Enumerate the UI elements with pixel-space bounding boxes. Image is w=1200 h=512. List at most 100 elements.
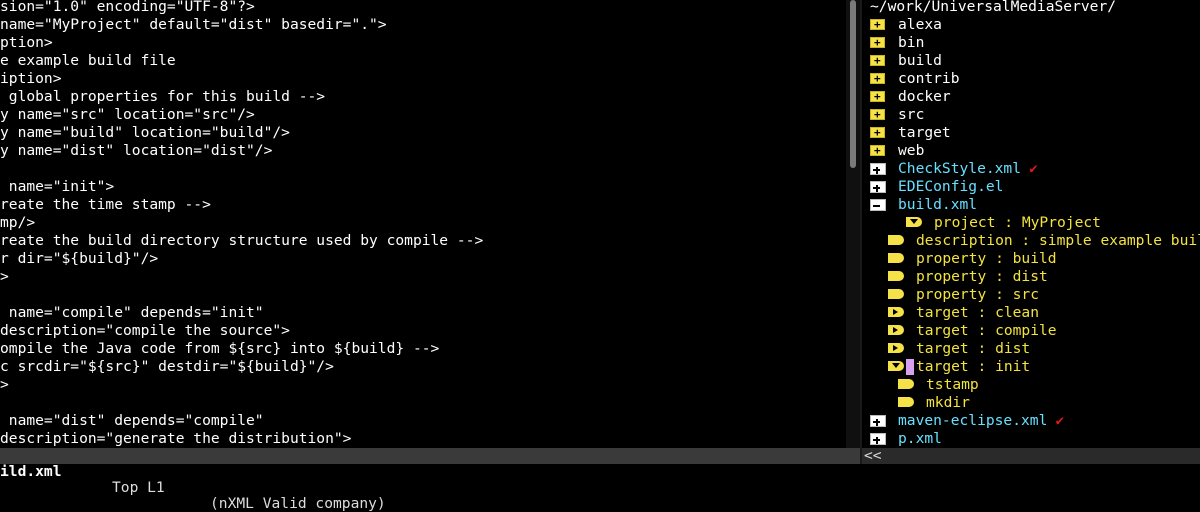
editor-line[interactable]: y name="build" location="build"/> (0, 124, 290, 142)
file-expand-icon[interactable] (870, 181, 886, 193)
editor-line[interactable]: name="init"> (0, 178, 114, 196)
speedbar-modeline-label: << (864, 447, 882, 464)
tag-collapsed-icon[interactable] (888, 307, 904, 317)
tree-item-label: target : dist (916, 340, 1031, 357)
tree-item-label: web (898, 142, 925, 159)
tree-tag-item[interactable]: description : simple example build file (862, 232, 1200, 250)
speedbar-path[interactable]: ~/work/UniversalMediaServer/ (870, 0, 1116, 16)
editor-line[interactable]: name="compile" depends="init" (0, 304, 264, 322)
editor-modeline: ild.xml Top L1 (nXML Valid company) (0, 448, 860, 512)
tree-item-label: description : simple example build file (916, 232, 1200, 249)
tree-tag-item[interactable]: project : MyProject (862, 214, 1200, 232)
editor-line[interactable]: description="compile the source"> (0, 322, 290, 340)
speedbar-modeline: << (862, 448, 1200, 464)
tree-tag-item[interactable]: property : src (862, 286, 1200, 304)
tree-item-label: property : src (916, 286, 1040, 303)
tree-item-label: property : build (916, 250, 1057, 267)
tree-file-item[interactable]: build.xml (862, 196, 1200, 214)
text-cursor (906, 359, 914, 375)
tag-expanded-icon[interactable] (906, 217, 922, 227)
tree-tag-item[interactable]: target : compile (862, 322, 1200, 340)
editor-line[interactable]: sion="1.0" encoding="UTF-8"?> (0, 0, 255, 16)
editor-line[interactable]: name="MyProject" default="dist" basedir=… (0, 16, 387, 34)
editor-pane[interactable]: sion="1.0" encoding="UTF-8"?> name="MyPro… (0, 0, 846, 448)
editor-line[interactable]: reate the time stamp --> (0, 196, 211, 214)
folder-icon[interactable] (870, 142, 885, 160)
editor-line[interactable]: reate the build directory structure used… (0, 232, 483, 250)
tree-file-item[interactable]: p.xml (862, 430, 1200, 448)
folder-icon[interactable] (870, 88, 885, 106)
tree-item-label: property : dist (916, 268, 1048, 285)
tree-item-label: target : compile (916, 322, 1057, 339)
tree-folder-item[interactable]: web (862, 142, 1200, 160)
tree-item-label: build.xml (898, 196, 978, 213)
tree-item-label: target (898, 124, 951, 141)
folder-icon[interactable] (870, 106, 885, 124)
tree-file-item[interactable]: EDEConfig.el (862, 178, 1200, 196)
file-expand-icon[interactable] (870, 415, 886, 427)
tree-folder-item[interactable]: contrib (862, 70, 1200, 88)
editor-line[interactable]: ption> (0, 34, 53, 52)
modeline-buffer-name: ild.xml (0, 463, 62, 480)
tree-item-label: target : clean (916, 304, 1040, 321)
editor-line[interactable]: iption> (0, 70, 62, 88)
tree-file-item[interactable]: CheckStyle.xml ✔ (862, 160, 1200, 178)
tag-collapsed-icon[interactable] (888, 325, 904, 335)
tree-item-label: maven-eclipse.xml (898, 412, 1048, 429)
tree-item-label: build (898, 52, 942, 69)
editor-line[interactable]: > (0, 376, 9, 394)
tree-tag-item[interactable]: property : build (862, 250, 1200, 268)
tag-icon[interactable] (888, 235, 904, 245)
editor-line[interactable]: e example build file (0, 52, 176, 70)
editor-line[interactable]: global properties for this build --> (0, 88, 325, 106)
editor-line[interactable]: y name="src" location="src"/> (0, 106, 255, 124)
tree-file-item[interactable]: maven-eclipse.xml ✔ (862, 412, 1200, 430)
folder-icon[interactable] (870, 70, 885, 88)
tree-folder-item[interactable]: alexa (862, 16, 1200, 34)
tree-tag-item[interactable]: target : clean (862, 304, 1200, 322)
scrollbar-thumb[interactable] (850, 0, 856, 168)
editor-line[interactable]: description="generate the distribution"> (0, 430, 351, 448)
tree-tag-item[interactable]: tstamp (862, 376, 1200, 394)
tree-tag-item[interactable]: mkdir (862, 394, 1200, 412)
tree-item-label: p.xml (898, 430, 942, 447)
tag-icon[interactable] (898, 379, 914, 389)
file-expand-icon[interactable] (870, 433, 886, 445)
editor-line[interactable]: name="dist" depends="compile" (0, 412, 264, 430)
folder-icon[interactable] (870, 16, 885, 34)
tag-expanded-icon[interactable] (888, 361, 904, 371)
tree-item-label: bin (898, 34, 925, 51)
editor-line[interactable]: r dir="${build}"/> (0, 250, 158, 268)
editor-line[interactable]: ompile the Java code from ${src} into ${… (0, 340, 439, 358)
editor-line[interactable]: mp/> (0, 214, 35, 232)
tree-item-label: project : MyProject (934, 214, 1101, 231)
tag-collapsed-icon[interactable] (888, 343, 904, 353)
tag-icon[interactable] (888, 271, 904, 281)
tag-icon[interactable] (898, 397, 914, 407)
tree-tag-item[interactable]: property : dist (862, 268, 1200, 286)
tree-tag-item[interactable]: target : dist (862, 340, 1200, 358)
editor-line[interactable]: c srcdir="${src}" destdir="${build}"/> (0, 358, 334, 376)
editor-scrollbar[interactable] (846, 0, 860, 448)
folder-icon[interactable] (870, 34, 885, 52)
tree-folder-item[interactable]: build (862, 52, 1200, 70)
tree-item-label: tstamp (926, 376, 979, 393)
tree-folder-item[interactable]: bin (862, 34, 1200, 52)
tree-item-label: src (898, 106, 925, 123)
editor-line[interactable]: y name="dist" location="dist"/> (0, 142, 272, 160)
file-expand-icon[interactable] (870, 163, 886, 175)
tree-folder-item[interactable]: src (862, 106, 1200, 124)
tag-icon[interactable] (888, 289, 904, 299)
tree-folder-item[interactable]: target (862, 124, 1200, 142)
speedbar-pane[interactable]: ~/work/UniversalMediaServer/ alexabinbui… (862, 0, 1200, 448)
editor-line[interactable]: > (0, 268, 9, 286)
tag-icon[interactable] (888, 253, 904, 263)
tree-tag-item[interactable]: target : init (862, 358, 1200, 376)
folder-icon[interactable] (870, 124, 885, 142)
file-collapse-icon[interactable] (870, 199, 886, 211)
modeline-mode: (nXML Valid company) (210, 495, 386, 512)
tree-item-label: contrib (898, 70, 960, 87)
tree-item-label: EDEConfig.el (898, 178, 1004, 195)
folder-icon[interactable] (870, 52, 885, 70)
tree-folder-item[interactable]: docker (862, 88, 1200, 106)
